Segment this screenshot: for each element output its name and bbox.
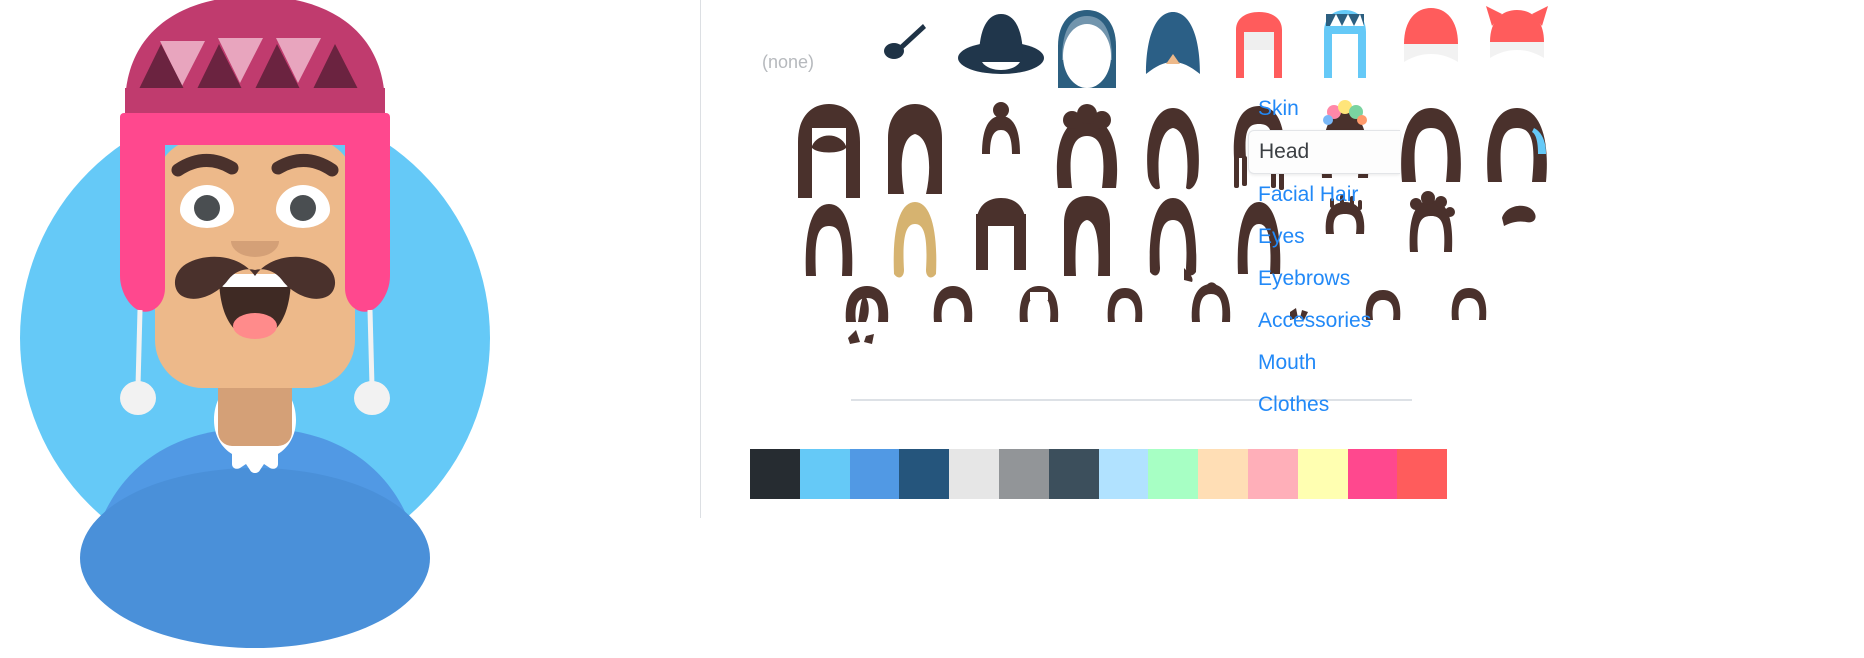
- category-label: Mouth: [1258, 351, 1317, 374]
- category-label: Head: [1259, 140, 1310, 163]
- swatch-mint[interactable]: [1148, 449, 1199, 499]
- option-long-hair-fro-band-icon[interactable]: [1472, 98, 1562, 198]
- swatch-pink[interactable]: [1247, 449, 1298, 499]
- option-long-hair-curly-icon[interactable]: [1042, 98, 1132, 198]
- pane-divider: [700, 0, 701, 518]
- swatch-pale-blue[interactable]: [1098, 449, 1149, 499]
- option-long-hair-big-icon[interactable]: [784, 98, 874, 198]
- category-label: Accessories: [1258, 309, 1372, 332]
- swatch-light-gray[interactable]: [949, 449, 999, 499]
- option-short-hair-sides-icon[interactable]: [1166, 278, 1256, 374]
- option-winter-hat-1-icon[interactable]: [1214, 0, 1304, 88]
- swatch-steel-blue[interactable]: [899, 449, 950, 499]
- option-short-hair-shaggy-icon[interactable]: [1472, 190, 1562, 286]
- category-label: Eyebrows: [1258, 267, 1351, 290]
- swatch-dark-navy[interactable]: [750, 449, 800, 499]
- option-short-hair-round-icon[interactable]: [994, 278, 1084, 374]
- swatch-peach[interactable]: [1198, 449, 1248, 499]
- swatch-pale-yellow[interactable]: [1297, 449, 1348, 499]
- swatch-blue[interactable]: [849, 449, 900, 499]
- category-label: Clothes: [1258, 393, 1330, 416]
- option-eyepatch-icon[interactable]: [870, 0, 960, 88]
- category-label: Facial Hair: [1258, 183, 1359, 206]
- option-hair-straight-1-icon[interactable]: [956, 190, 1046, 286]
- category-item-head[interactable]: Head: [1248, 130, 1400, 174]
- swatch-sky-blue[interactable]: [799, 449, 850, 499]
- category-menu: Skin Head Facial Hair Eyes Eyebrows Acce…: [1248, 88, 1456, 426]
- option-hair-blonde-icon[interactable]: [870, 190, 960, 286]
- avatar-preview-pane: [0, 0, 700, 658]
- category-label: Skin: [1258, 97, 1299, 120]
- option-winter-hat-3-icon[interactable]: [1386, 0, 1476, 88]
- category-item-accessories[interactable]: Accessories: [1256, 300, 1456, 342]
- option-long-hair-bun-icon[interactable]: [956, 98, 1046, 198]
- category-item-eyes[interactable]: Eyes: [1256, 216, 1456, 258]
- option-hair-not-too-long-icon[interactable]: [784, 190, 874, 286]
- option-short-hair-waved-icon[interactable]: [1080, 278, 1170, 374]
- category-item-eyebrows[interactable]: Eyebrows: [1256, 258, 1456, 300]
- avatar-face: [155, 138, 355, 388]
- avatar-builder-app: Skin Head Facial Hair Eyes Eyebrows Acce…: [0, 0, 1864, 658]
- option-short-hair-curly-icon[interactable]: [822, 278, 912, 374]
- option-hijab-icon[interactable]: [1042, 0, 1132, 88]
- swatch-gray[interactable]: [998, 449, 1049, 499]
- hats-row: [760, 0, 1560, 88]
- avatar-svg: [20, 0, 490, 648]
- hat-flap-right: [345, 118, 390, 312]
- hat-flap-left: [120, 118, 165, 312]
- category-item-mouth[interactable]: Mouth: [1256, 342, 1456, 384]
- option-long-hair-bob-icon[interactable]: [870, 98, 960, 198]
- swatch-coral-red[interactable]: [1397, 449, 1448, 499]
- category-item-skin[interactable]: Skin: [1256, 88, 1456, 130]
- category-item-facial-hair[interactable]: Facial Hair: [1256, 174, 1456, 216]
- option-hat-icon[interactable]: [956, 0, 1046, 88]
- option-winter-hat-4-icon[interactable]: [1472, 0, 1562, 88]
- option-hair-straight-2-icon[interactable]: [1042, 190, 1132, 286]
- swatch-slate[interactable]: [1048, 449, 1099, 499]
- option-turban-icon[interactable]: [1128, 0, 1218, 88]
- option-hair-straight-strand-icon[interactable]: [1128, 190, 1218, 286]
- swatch-hot-pink[interactable]: [1347, 449, 1398, 499]
- option-long-hair-curvy-icon[interactable]: [1128, 98, 1218, 198]
- avatar-preview[interactable]: [0, 0, 510, 658]
- color-palette: [750, 449, 1448, 499]
- category-label: Eyes: [1258, 225, 1305, 248]
- category-item-clothes[interactable]: Clothes: [1256, 384, 1456, 426]
- option-winter-hat-2-icon[interactable]: [1300, 0, 1390, 88]
- option-short-hair-flat-icon[interactable]: [908, 278, 998, 374]
